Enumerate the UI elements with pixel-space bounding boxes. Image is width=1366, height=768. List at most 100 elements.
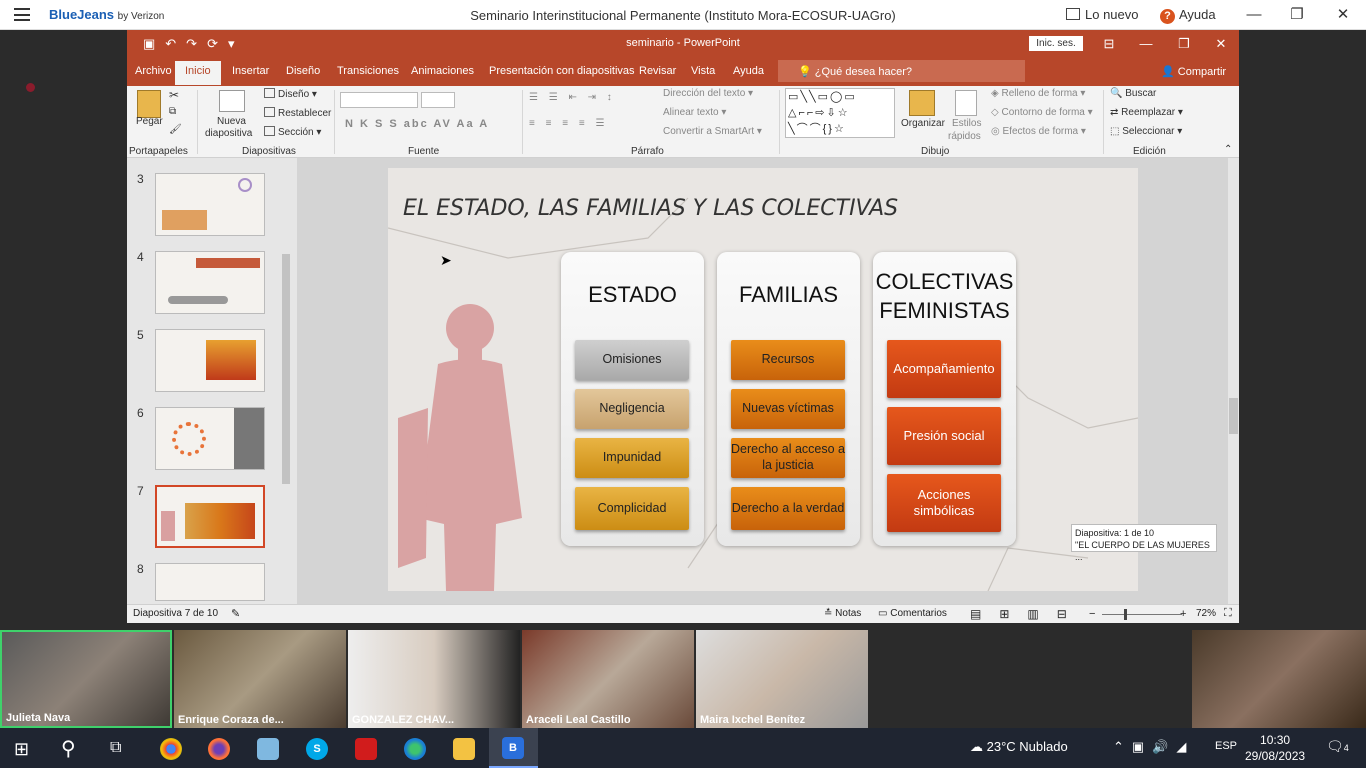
- tab-ayuda[interactable]: Ayuda: [733, 65, 764, 77]
- thumbnail-scrollbar[interactable]: [280, 162, 292, 602]
- notifications-icon[interactable]: 🗨4: [1326, 738, 1349, 755]
- layout-button[interactable]: Diseño ▾: [264, 88, 317, 100]
- align-text-button[interactable]: Alinear texto ▾: [663, 107, 726, 118]
- new-slide-icon[interactable]: [219, 90, 245, 112]
- zoom-out-icon[interactable]: −: [1089, 608, 1095, 620]
- current-slide[interactable]: EL ESTADO, LAS FAMILIAS Y LAS COLECTIVAS…: [388, 168, 1138, 591]
- reset-button[interactable]: Restablecer: [264, 107, 331, 119]
- comments-button[interactable]: ▭ Comentarios: [878, 608, 947, 619]
- font-name-select[interactable]: [340, 92, 418, 108]
- edge-icon[interactable]: [404, 738, 426, 760]
- arrange-icon[interactable]: [909, 90, 935, 116]
- self-view-tile[interactable]: [1192, 630, 1366, 728]
- slide-scrollbar[interactable]: [1228, 158, 1239, 604]
- quick-styles-label-2[interactable]: rápidos: [948, 131, 981, 142]
- tab-revisar[interactable]: Revisar: [639, 65, 676, 77]
- tab-vista[interactable]: Vista: [691, 65, 715, 77]
- search-icon[interactable]: ⚲: [61, 736, 76, 761]
- tab-diseno[interactable]: Diseño: [286, 65, 320, 77]
- system-tray-icons[interactable]: ⌃▣🔊◢: [1113, 739, 1194, 755]
- shape-outline-button[interactable]: ◇ Contorno de forma ▾: [991, 107, 1093, 118]
- slide-thumbnail-4[interactable]: [155, 251, 265, 314]
- quick-styles-icon[interactable]: [955, 90, 977, 116]
- share-button[interactable]: 👤 Compartir: [1161, 65, 1226, 78]
- section-button[interactable]: Sección ▾: [264, 126, 321, 138]
- shape-fill-button[interactable]: ◈ Relleno de forma ▾: [991, 88, 1085, 99]
- paste-button[interactable]: Pegar: [136, 116, 163, 127]
- task-view-icon[interactable]: ⧉: [110, 739, 121, 757]
- tab-insertar[interactable]: Insertar: [232, 65, 269, 77]
- paste-icon[interactable]: [137, 90, 161, 118]
- file-explorer-icon[interactable]: [453, 738, 475, 760]
- arrange-button[interactable]: Organizar: [901, 118, 945, 129]
- font-size-select[interactable]: [421, 92, 455, 108]
- windows-start-icon[interactable]: ⊞: [14, 739, 29, 760]
- collapse-ribbon-icon[interactable]: ⌃: [1224, 144, 1232, 155]
- zoom-level[interactable]: 72%: [1196, 608, 1216, 619]
- zoom-slider[interactable]: [1102, 614, 1182, 615]
- slide-thumbnail-6[interactable]: [155, 407, 265, 470]
- whats-new-button[interactable]: Lo nuevo: [1066, 7, 1139, 22]
- bluejeans-taskbar-item[interactable]: B: [489, 728, 538, 768]
- participant-tile[interactable]: Julieta Nava: [0, 630, 172, 728]
- align-buttons[interactable]: ≡ ≡ ≡ ≡ ☰: [529, 118, 608, 129]
- scroll-thumb[interactable]: [1229, 398, 1238, 434]
- slide-thumbnail-3[interactable]: [155, 173, 265, 236]
- shape-effects-button[interactable]: ◎ Efectos de forma ▾: [991, 126, 1086, 137]
- participant-tile[interactable]: Araceli Leal Castillo: [522, 630, 694, 728]
- new-slide-label-2[interactable]: diapositiva: [205, 128, 252, 139]
- restore-icon[interactable]: ❐: [1287, 5, 1307, 25]
- firefox-icon[interactable]: [208, 738, 230, 760]
- participant-tile[interactable]: GONZALEZ CHAV...: [348, 630, 520, 728]
- section-icon: [264, 126, 275, 136]
- cut-icon[interactable]: ✂: [169, 88, 179, 102]
- zoom-slider-thumb[interactable]: [1124, 609, 1127, 620]
- replace-button[interactable]: ⇄ Reemplazar ▾: [1110, 107, 1183, 118]
- skype-icon[interactable]: S: [306, 738, 328, 760]
- acrobat-icon[interactable]: [355, 738, 377, 760]
- convert-smartart-button[interactable]: Convertir a SmartArt ▾: [663, 126, 762, 137]
- slide-thumbnail-8[interactable]: [155, 563, 265, 601]
- quick-styles-label[interactable]: Estilos: [952, 118, 981, 129]
- tab-archivo[interactable]: Archivo: [135, 65, 172, 77]
- font-format-buttons[interactable]: N K S S abc AV Aa A: [345, 118, 489, 130]
- fit-slide-icon[interactable]: ⛶: [1224, 607, 1232, 620]
- sign-in-button[interactable]: Inic. ses.: [1029, 36, 1083, 51]
- close-icon[interactable]: ✕: [1333, 5, 1353, 25]
- minimize-icon[interactable]: —: [1244, 5, 1264, 25]
- spelling-icon[interactable]: ✎: [231, 607, 240, 620]
- help-button[interactable]: ? Ayuda: [1160, 7, 1216, 24]
- slide-title: EL ESTADO, LAS FAMILIAS Y LAS COLECTIVAS: [403, 196, 899, 221]
- language-indicator[interactable]: ESP: [1215, 740, 1237, 752]
- select-button[interactable]: ⬚ Seleccionar ▾: [1110, 126, 1182, 137]
- slide-thumbnail-5[interactable]: [155, 329, 265, 392]
- tab-inicio[interactable]: Inicio: [175, 61, 221, 85]
- notes-app-icon[interactable]: [257, 738, 279, 760]
- tab-transiciones[interactable]: Transiciones: [337, 65, 399, 77]
- tab-animaciones[interactable]: Animaciones: [411, 65, 474, 77]
- clock[interactable]: 10:30 29/08/2023: [1245, 732, 1305, 764]
- pp-minimize-icon[interactable]: —: [1136, 36, 1156, 51]
- copy-icon[interactable]: ⧉: [169, 106, 176, 117]
- pp-restore-icon[interactable]: ❐: [1174, 36, 1194, 52]
- find-button[interactable]: 🔍 Buscar: [1110, 88, 1156, 99]
- format-painter-icon[interactable]: 🖌: [169, 124, 182, 135]
- help-icon: ?: [1160, 9, 1175, 24]
- weather-widget[interactable]: ☁ 23°C Nublado: [970, 739, 1068, 755]
- slide-thumbnail-7[interactable]: [155, 485, 265, 548]
- pp-close-icon[interactable]: ✕: [1211, 36, 1231, 52]
- shapes-gallery[interactable]: ▭╲╲▭◯▭ △⌐⌐⇨⇩☆ ╲⌒⌒{}☆: [785, 88, 895, 138]
- tab-presentacion[interactable]: Presentación con diapositivas: [489, 65, 635, 77]
- list-buttons[interactable]: ☰ ☰ ⇤ ⇥ ↕: [529, 92, 616, 103]
- tell-me-search[interactable]: 💡 ¿Qué desea hacer?: [778, 60, 1025, 82]
- scroll-thumb[interactable]: [282, 254, 290, 484]
- participant-tile[interactable]: Enrique Coraza de...: [174, 630, 346, 728]
- notes-button[interactable]: ≛ Notas: [824, 608, 861, 619]
- chrome-icon[interactable]: [160, 738, 182, 760]
- new-slide-label[interactable]: Nueva: [217, 116, 246, 127]
- participant-tile[interactable]: Maira Ixchel Benítez: [696, 630, 868, 728]
- text-direction-button[interactable]: Dirección del texto ▾: [663, 88, 753, 99]
- ribbon-display-icon[interactable]: ⊟: [1099, 36, 1119, 52]
- zoom-in-icon[interactable]: +: [1180, 608, 1186, 620]
- view-buttons[interactable]: ▤⊞▥⊟: [970, 607, 1085, 621]
